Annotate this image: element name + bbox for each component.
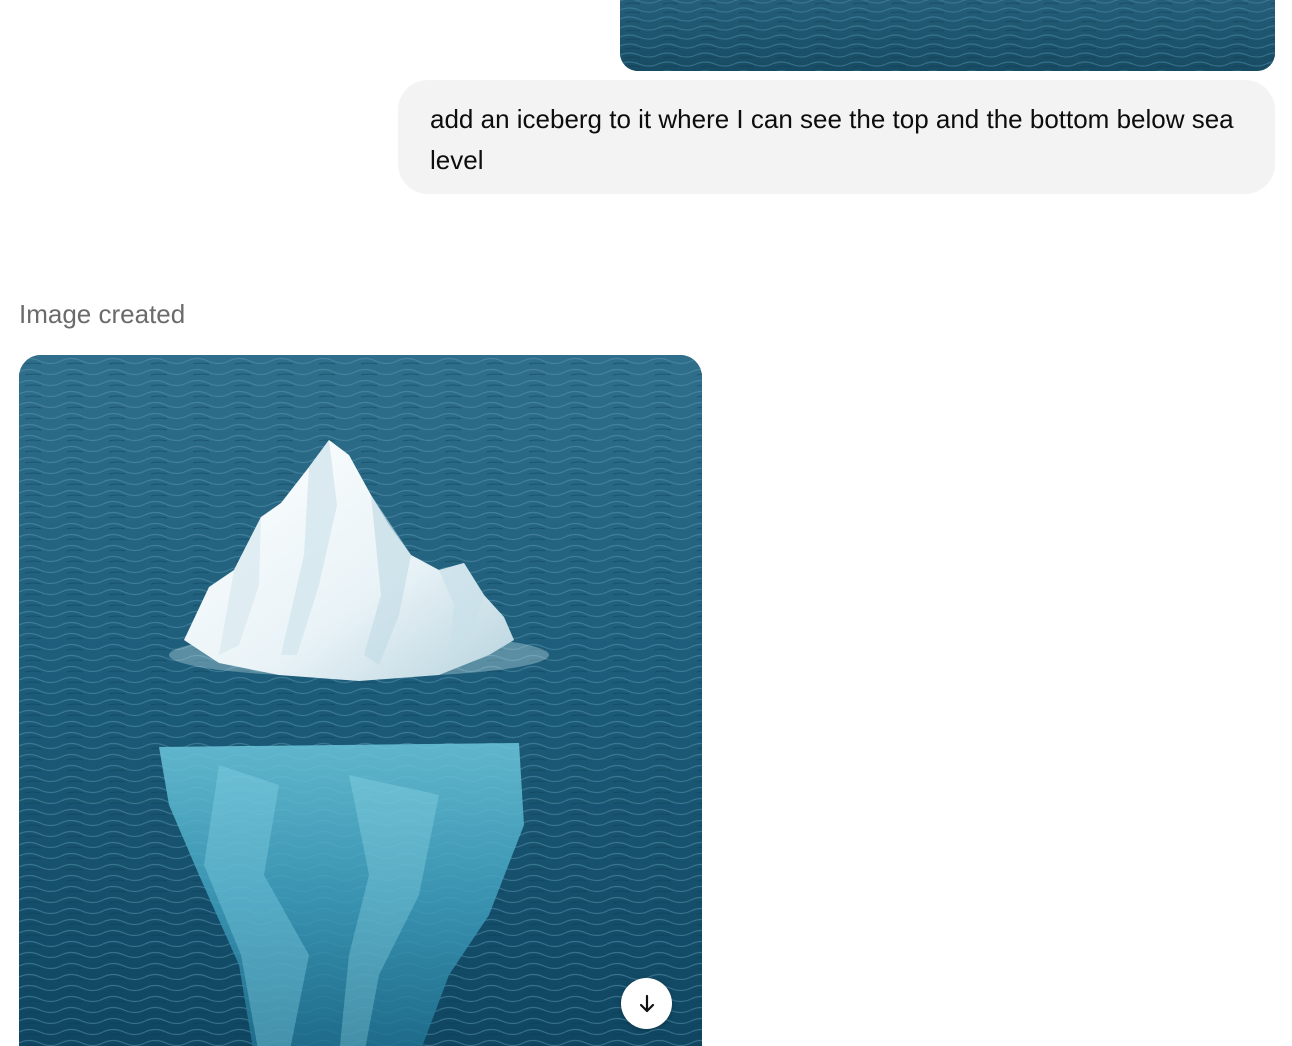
download-image-button[interactable] bbox=[621, 978, 672, 1029]
chat-page: add an iceberg to it where I can see the… bbox=[0, 0, 1292, 1046]
arrow-down-icon bbox=[639, 994, 654, 1012]
previous-ocean-image[interactable] bbox=[620, 0, 1275, 71]
image-created-label: Image created bbox=[19, 299, 186, 329]
iceberg-image-graphic bbox=[19, 355, 702, 1046]
user-message-text: add an iceberg to it where I can see the… bbox=[430, 104, 1234, 175]
user-message-bubble: add an iceberg to it where I can see the… bbox=[398, 80, 1275, 194]
generated-iceberg-image[interactable] bbox=[19, 355, 702, 1046]
ocean-image-graphic bbox=[620, 0, 1275, 71]
